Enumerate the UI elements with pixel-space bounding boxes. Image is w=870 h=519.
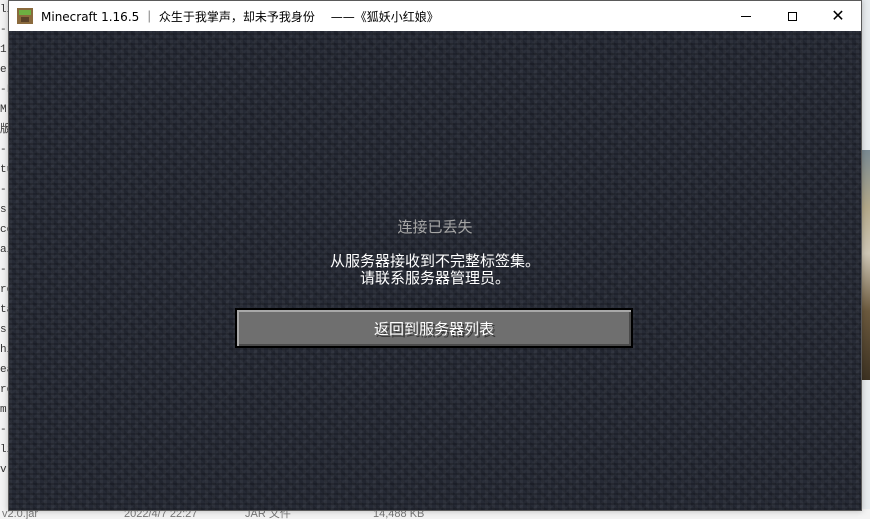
background-text-fragment: 版 bbox=[0, 124, 8, 136]
background-text-fragment: - bbox=[0, 424, 7, 436]
reason-line-1: 从服务器接收到不完整标签集。 bbox=[329, 252, 540, 270]
disconnect-reason: 从服务器接收到不完整标签集。 请联系服务器管理员。 bbox=[9, 253, 861, 287]
minecraft-block-icon bbox=[17, 8, 33, 24]
background-text-fragment: - bbox=[0, 144, 7, 156]
window-controls: ✕ bbox=[723, 1, 861, 31]
background-text-fragment: li bbox=[0, 444, 8, 456]
background-text-fragment: hi bbox=[0, 344, 8, 356]
maximize-icon bbox=[787, 11, 797, 21]
background-text-fragment: v bbox=[0, 464, 7, 476]
background-photo bbox=[862, 150, 870, 380]
background-text-fragment: s- bbox=[0, 324, 8, 336]
back-to-server-list-button[interactable]: 返回到服务器列表 bbox=[235, 308, 633, 348]
background-text-fragment: tu bbox=[0, 164, 8, 176]
background-text-fragment: M bbox=[0, 104, 7, 116]
window-title: Minecraft 1.16.5 ｜ 众生于我掌声，却未予我身份 ——《狐妖小红… bbox=[41, 9, 439, 24]
close-icon: ✕ bbox=[831, 6, 845, 25]
background-text-fragment: re bbox=[0, 384, 8, 396]
background-text-fragment: ai bbox=[0, 244, 8, 256]
background-text-fragment: - bbox=[0, 24, 7, 36]
background-text-fragment: 1. bbox=[0, 44, 8, 56]
minimize-icon bbox=[741, 15, 751, 17]
title-bar[interactable]: Minecraft 1.16.5 ｜ 众生于我掌声，却未予我身份 ——《狐妖小红… bbox=[9, 1, 861, 31]
close-button[interactable]: ✕ bbox=[815, 1, 861, 31]
background-text-fragment: - bbox=[0, 264, 7, 276]
background-text-fragment: ce bbox=[0, 224, 8, 236]
background-text-fragment: s- bbox=[0, 204, 8, 216]
background-text-fragment: - bbox=[0, 184, 7, 196]
background-text-fragment: ta bbox=[0, 304, 8, 316]
background-text-fragment: er bbox=[0, 64, 8, 76]
background-desktop-fragment bbox=[862, 0, 870, 519]
maximize-button[interactable] bbox=[769, 1, 815, 31]
minimize-button[interactable] bbox=[723, 1, 769, 31]
minecraft-window: Minecraft 1.16.5 ｜ 众生于我掌声，却未予我身份 ——《狐妖小红… bbox=[8, 0, 862, 511]
background-text-fragment: -L bbox=[0, 84, 8, 96]
background-text-fragment: li bbox=[0, 4, 8, 16]
disconnect-heading: 连接已丢失 bbox=[397, 218, 473, 236]
game-screen: 连接已丢失 从服务器接收到不完整标签集。 请联系服务器管理员。 返回到服务器列表 bbox=[9, 31, 861, 510]
background-text-fragment: re bbox=[0, 284, 8, 296]
reason-line-2: 请联系服务器管理员。 bbox=[359, 269, 510, 287]
background-text-fragment: m bbox=[0, 404, 7, 416]
background-text-fragment: ea bbox=[0, 364, 8, 376]
background-explorer-fragment: li - 1. er -L M版 - tu - s-ce ai - re ta s-hi ea re m - li v bbox=[0, 0, 8, 519]
